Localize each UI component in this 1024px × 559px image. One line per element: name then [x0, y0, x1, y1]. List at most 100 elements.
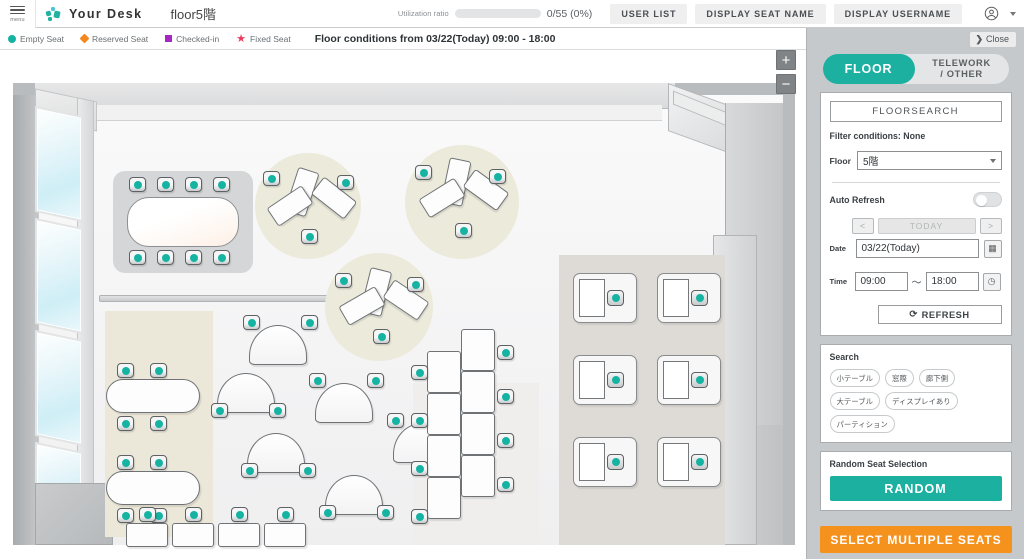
zoom-out-button[interactable]: −	[776, 74, 796, 94]
seat-chair[interactable]	[497, 389, 514, 404]
seat-chair[interactable]	[299, 463, 316, 478]
booth-seat[interactable]	[657, 355, 721, 405]
random-button[interactable]: RANDOM	[829, 476, 1002, 501]
seat-chair[interactable]	[269, 403, 286, 418]
seat-chair[interactable]	[157, 177, 174, 192]
column-desk[interactable]	[461, 455, 495, 497]
tab-telework-other[interactable]: TELEWORK / OTHER	[915, 58, 1009, 80]
seat-chair[interactable]	[117, 416, 134, 431]
display-username-button[interactable]: DISPLAY USERNAME	[833, 3, 962, 24]
seat-chair[interactable]	[243, 315, 260, 330]
seat-chair[interactable]	[691, 454, 708, 470]
seat-chair[interactable]	[497, 345, 514, 360]
seat-chair[interactable]	[335, 273, 352, 288]
search-tag[interactable]: 窓際	[885, 369, 914, 387]
time-start-select[interactable]: 09:00	[854, 272, 908, 291]
floor-map-area[interactable]: + −	[0, 50, 806, 559]
booth-seat[interactable]	[657, 273, 721, 323]
seat-chair[interactable]	[117, 363, 134, 378]
seat-chair[interactable]	[489, 169, 506, 184]
seat-chair[interactable]	[301, 315, 318, 330]
seat-chair[interactable]	[497, 477, 514, 492]
seat-chair[interactable]	[387, 413, 404, 428]
floor-select[interactable]: 5階	[856, 151, 1002, 170]
close-panel-button[interactable]: ❯ Close	[970, 31, 1016, 47]
zoom-in-button[interactable]: +	[776, 50, 796, 70]
column-desk[interactable]	[427, 393, 461, 435]
row-desk[interactable]	[126, 523, 168, 547]
seat-chair[interactable]	[117, 455, 134, 470]
pill-desk[interactable]	[106, 471, 200, 505]
seat-chair[interactable]	[157, 250, 174, 265]
date-prev-button[interactable]: <	[851, 218, 874, 234]
seat-chair[interactable]	[231, 507, 248, 522]
seat-chair[interactable]	[455, 223, 472, 238]
clock-icon[interactable]: ◷	[982, 272, 1001, 291]
search-tag[interactable]: パーティション	[829, 415, 895, 433]
seat-chair[interactable]	[411, 509, 428, 524]
account-icon[interactable]	[984, 6, 999, 21]
seat-chair[interactable]	[415, 165, 432, 180]
display-seat-name-button[interactable]: DISPLAY SEAT NAME	[695, 3, 826, 24]
seat-chair[interactable]	[607, 290, 624, 306]
booth-seat[interactable]	[657, 437, 721, 487]
seat-chair[interactable]	[411, 365, 428, 380]
seat-chair[interactable]	[129, 250, 146, 265]
row-desk[interactable]	[218, 523, 260, 547]
date-next-button[interactable]: >	[979, 218, 1002, 234]
floorsearch-button[interactable]: FLOORSEARCH	[829, 101, 1002, 122]
tab-floor[interactable]: FLOOR	[822, 54, 915, 84]
seat-chair[interactable]	[150, 416, 167, 431]
floor-plan[interactable]	[13, 83, 795, 547]
column-desk[interactable]	[461, 371, 495, 413]
brand-logo[interactable]: Your Desk	[45, 6, 143, 21]
seat-chair[interactable]	[117, 508, 134, 523]
pill-desk[interactable]	[106, 379, 200, 413]
account-area[interactable]	[984, 6, 1016, 21]
select-multiple-seats-button[interactable]: SELECT MULTIPLE SEATS	[820, 526, 1012, 553]
search-tag[interactable]: 廊下側	[918, 369, 955, 387]
seat-chair[interactable]	[337, 175, 354, 190]
seat-chair[interactable]	[277, 507, 294, 522]
seat-chair[interactable]	[607, 454, 624, 470]
seat-chair[interactable]	[319, 505, 336, 520]
date-today-button[interactable]: TODAY	[877, 218, 976, 234]
seat-chair[interactable]	[367, 373, 384, 388]
booth-seat[interactable]	[573, 355, 637, 405]
seat-chair[interactable]	[185, 250, 202, 265]
seat-chair[interactable]	[185, 177, 202, 192]
seat-chair[interactable]	[691, 290, 708, 306]
seat-chair[interactable]	[373, 329, 390, 344]
seat-chair[interactable]	[185, 507, 202, 522]
seat-chair[interactable]	[211, 403, 228, 418]
account-chevron-down-icon[interactable]	[1010, 11, 1016, 16]
seat-chair[interactable]	[263, 171, 280, 186]
booth-seat[interactable]	[573, 437, 637, 487]
refresh-button[interactable]: ⟳ REFRESH	[877, 305, 1002, 324]
row-desk[interactable]	[172, 523, 214, 547]
user-list-button[interactable]: USER LIST	[610, 3, 688, 24]
seat-chair[interactable]	[691, 372, 708, 388]
seat-chair[interactable]	[497, 433, 514, 448]
column-desk[interactable]	[461, 329, 495, 371]
seat-chair[interactable]	[607, 372, 624, 388]
seat-chair[interactable]	[129, 177, 146, 192]
calendar-icon[interactable]: ▦	[983, 239, 1002, 258]
seat-chair[interactable]	[213, 177, 230, 192]
seat-chair[interactable]	[150, 363, 167, 378]
seat-chair[interactable]	[411, 461, 428, 476]
auto-refresh-toggle[interactable]	[972, 192, 1002, 207]
seat-chair[interactable]	[241, 463, 258, 478]
column-desk[interactable]	[461, 413, 495, 455]
row-desk[interactable]	[264, 523, 306, 547]
booth-seat[interactable]	[573, 273, 637, 323]
search-tag[interactable]: 小テーブル	[829, 369, 881, 387]
seat-chair[interactable]	[213, 250, 230, 265]
search-tag[interactable]: ディスプレイあり	[885, 392, 958, 410]
seat-chair[interactable]	[407, 277, 424, 292]
seat-chair[interactable]	[139, 507, 156, 522]
date-input[interactable]: 03/22(Today)	[855, 239, 979, 258]
seat-chair[interactable]	[411, 413, 428, 428]
search-tag[interactable]: 大テーブル	[829, 392, 881, 410]
seat-chair[interactable]	[309, 373, 326, 388]
